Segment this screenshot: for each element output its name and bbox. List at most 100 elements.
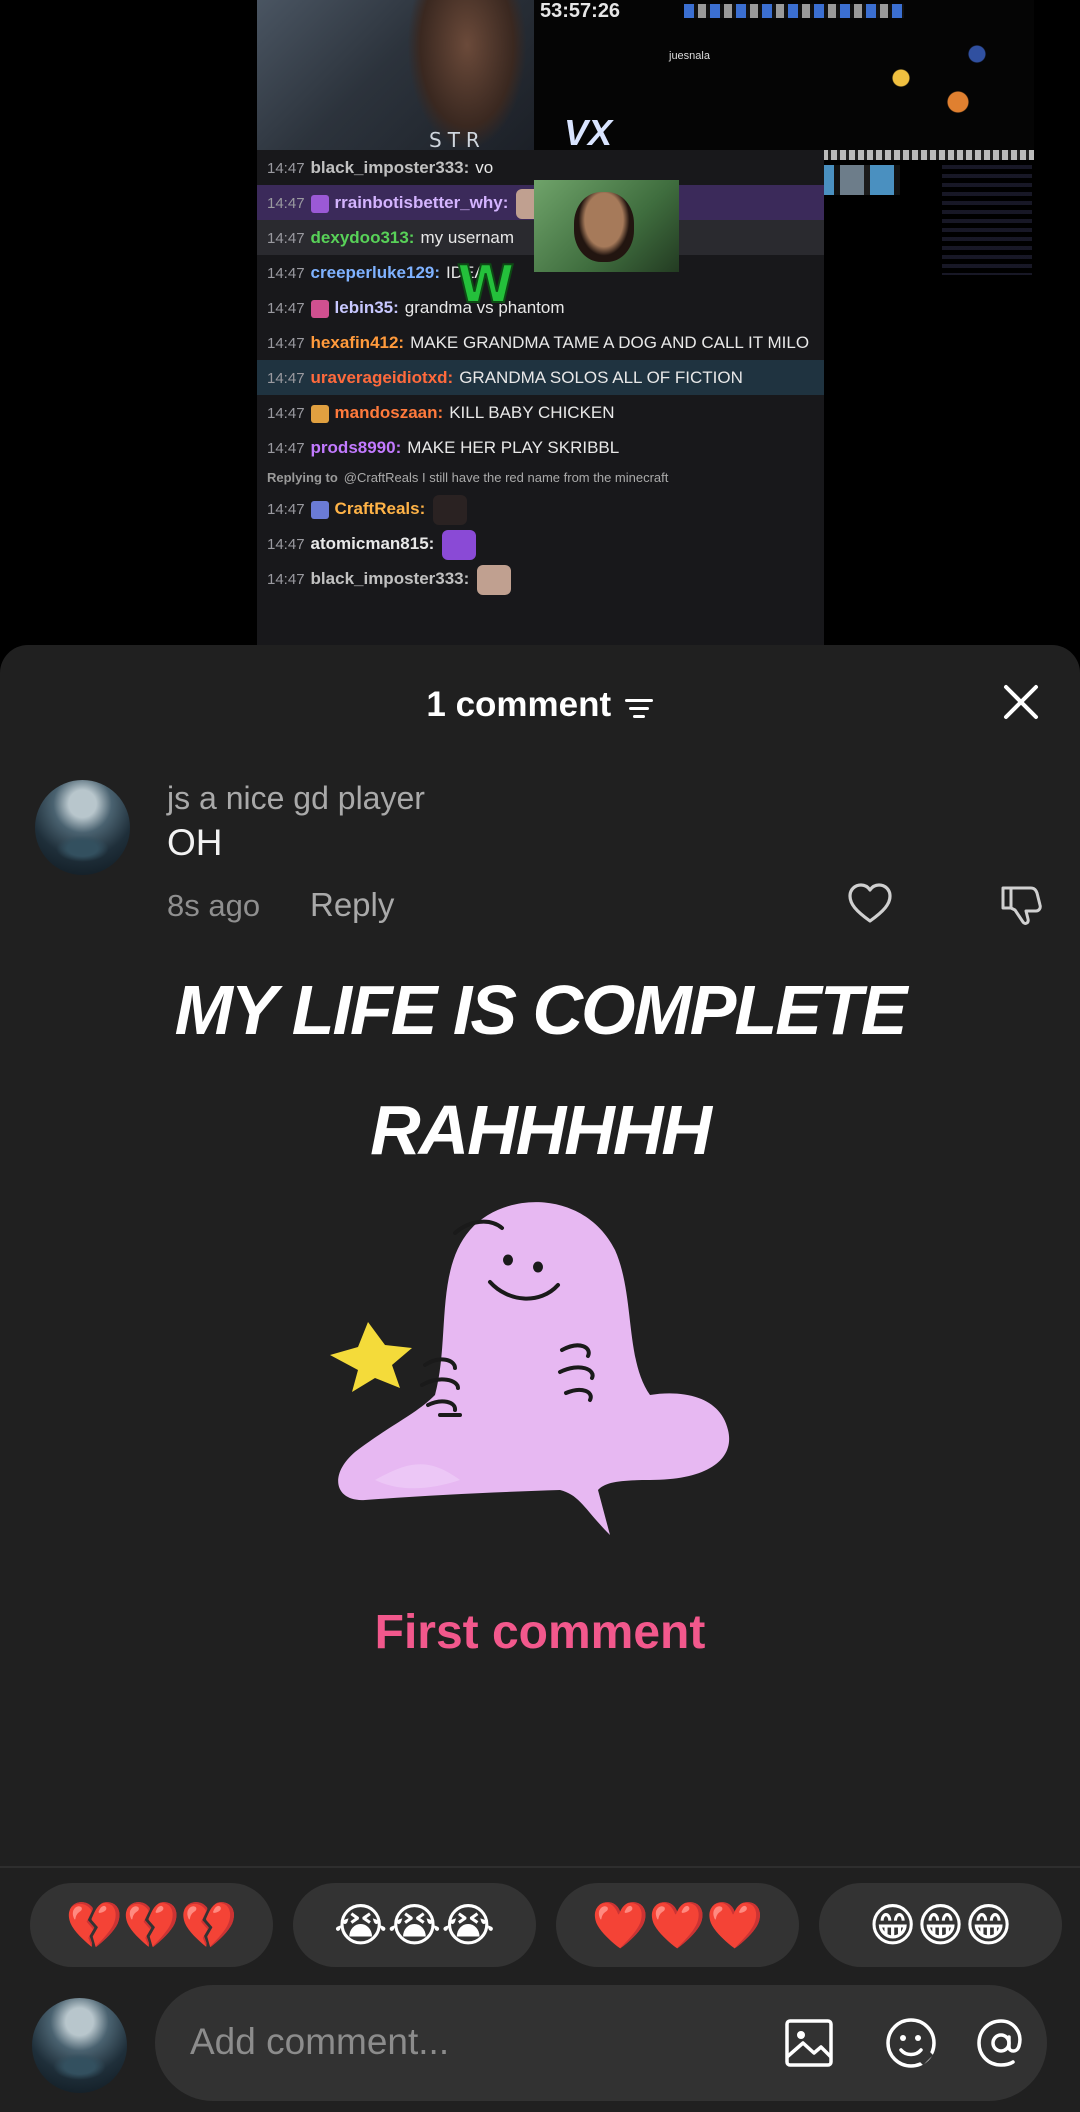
chat-emote: [477, 564, 512, 595]
comment-item: js a nice gd player OH 8s ago Reply: [0, 780, 1080, 950]
chat-timestamp: 14:47: [267, 440, 305, 457]
chat-username: Replying to: [267, 470, 338, 485]
chat-message: 14:47 black_imposter333:: [257, 561, 824, 596]
chat-emote: [442, 529, 477, 560]
game-view: 53:57:26 juesnala VX: [534, 0, 1034, 160]
comment-timestamp: 8s ago: [167, 888, 261, 923]
reaction-emoji: 💔💔💔: [65, 1898, 238, 1952]
mention-icon: [977, 2019, 1022, 2067]
chat-message: Replying to @CraftReals I still have the …: [257, 465, 824, 491]
chat-timestamp: 14:47: [267, 230, 305, 247]
close-button[interactable]: [996, 677, 1046, 727]
chat-emote: [433, 494, 468, 525]
comment-sheet: 1 comment js a nice gd player OH 8s ago …: [0, 645, 1080, 2112]
comment-text: OH: [167, 822, 223, 863]
chat-username: hexafin412:: [310, 333, 405, 352]
second-webcam-face: [574, 192, 634, 262]
chat-text: @CraftReals I still have the red name fr…: [343, 470, 669, 485]
divider: [0, 1866, 1080, 1868]
mention-button[interactable]: [973, 2015, 1029, 2071]
comment-input[interactable]: Add comment...: [155, 1985, 1047, 2101]
overlay-caption-line1: MY LIFE IS COMPLETE: [174, 971, 908, 1049]
dislike-button[interactable]: [997, 880, 1045, 928]
first-comment-label: First comment: [374, 1606, 706, 1659]
chat-timestamp: 14:47: [267, 160, 305, 177]
like-button[interactable]: [846, 880, 894, 928]
comment-input-bar: Add comment...: [0, 1985, 1080, 2112]
chat-message: 14:47 prods8990: MAKE HER PLAY SKRIBBL: [257, 430, 824, 465]
background-video[interactable]: STR 53:57:26 juesnala VX 14:47 black_impo…: [0, 0, 1080, 660]
streamer-watermark: STR: [429, 128, 486, 152]
reply-button[interactable]: Reply: [310, 886, 394, 924]
commenter-username[interactable]: js a nice gd player: [167, 780, 425, 817]
w-emote: W: [456, 254, 515, 316]
chat-username: creeperluke129:: [310, 263, 441, 282]
quick-reactions: 💔💔💔 😭😭😭 ❤️❤️❤️ 😁😁😁: [30, 1883, 1065, 1967]
game-logo: VX: [564, 112, 613, 153]
chat-timestamp: 14:47: [267, 405, 305, 422]
chat-text: MAKE HER PLAY SKRIBBL: [407, 438, 620, 457]
chat-timestamp: 14:47: [267, 370, 305, 387]
emoji-button[interactable]: [883, 2015, 939, 2071]
chat-text: MAKE GRANDMA TAME A DOG AND CALL IT MILO: [410, 333, 810, 352]
chat-message: 14:47 mandoszaan: KILL BABY CHICKEN: [257, 395, 824, 430]
chat-text: GRANDMA SOLOS ALL OF FICTION: [459, 368, 743, 387]
chat-username: uraverageidiotxd:: [310, 368, 454, 387]
reaction-emoji: 😭😭😭: [333, 1898, 496, 1952]
emoji-icon: [886, 2018, 936, 2068]
game-label: juesnala: [669, 50, 710, 62]
chat-username: prods8990:: [310, 438, 402, 457]
chat-timestamp: 14:47: [267, 571, 305, 588]
chat-text: vo: [475, 158, 494, 177]
chat-username: rrainbotisbetter_why:: [334, 193, 509, 212]
close-icon: [1004, 685, 1038, 719]
chat-timestamp: 14:47: [267, 501, 305, 518]
second-webcam: [534, 180, 679, 272]
chat-message: 14:47 lebin35: grandma vs phantom: [257, 290, 824, 325]
chat-message: 14:47 uraverageidiotxd: GRANDMA SOLOS ALL …: [257, 360, 824, 395]
chat-text: my usernam: [420, 228, 515, 247]
reaction-emoji: ❤️❤️❤️: [591, 1898, 764, 1952]
chat-message: 14:47 atomicman815:: [257, 526, 824, 561]
chat-badge-icon: [310, 299, 329, 318]
dislike-icon: [1001, 886, 1042, 925]
chat-message: 14:47 hexafin412: MAKE GRANDMA TAME A DOG …: [257, 325, 824, 360]
chat-username: mandoszaan:: [334, 403, 444, 422]
reaction-broken-heart[interactable]: 💔💔💔: [30, 1883, 273, 1967]
chat-timestamp: 14:47: [267, 265, 305, 282]
overlay-caption-line2: RAHHHHH: [370, 1091, 712, 1169]
chat-timestamp: 14:47: [267, 536, 305, 553]
chat-badge-icon: [310, 194, 329, 213]
chat-username: atomicman815:: [310, 534, 435, 553]
chat-timestamp: 14:47: [267, 195, 305, 212]
comment-count-title[interactable]: 1 comment: [426, 685, 611, 724]
stream-timer: 53:57:26: [540, 0, 621, 22]
comment-input-placeholder: Add comment...: [190, 2021, 450, 2062]
game-sprites: [844, 30, 1034, 150]
chat-badge-icon: [310, 404, 329, 423]
reaction-grin[interactable]: 😁😁😁: [819, 1883, 1062, 1967]
chat-username: dexydoo313:: [310, 228, 415, 247]
comment-mascot-illustration: [330, 1190, 760, 1545]
commenter-avatar[interactable]: [35, 780, 130, 875]
chat-username: black_imposter333:: [310, 158, 470, 177]
streamer-webcam: STR: [257, 0, 534, 152]
heart-icon: [848, 883, 892, 923]
reaction-crying[interactable]: 😭😭😭: [293, 1883, 536, 1967]
chat-username: lebin35:: [334, 298, 399, 317]
game-hotbar: [684, 4, 904, 18]
image-button[interactable]: [781, 2015, 837, 2071]
chat-timestamp: 14:47: [267, 300, 305, 317]
reaction-emoji: 😁😁😁: [868, 1898, 1013, 1952]
image-icon: [785, 2019, 833, 2067]
chat-message: 14:47 CraftReals:: [257, 491, 824, 526]
reaction-heart[interactable]: ❤️❤️❤️: [556, 1883, 799, 1967]
sheet-header: 1 comment: [0, 685, 1080, 735]
filter-icon[interactable]: [624, 696, 654, 727]
chat-timestamp: 14:47: [267, 335, 305, 352]
chat-username: black_imposter333:: [310, 569, 470, 588]
chat-username: CraftReals:: [334, 499, 426, 518]
my-avatar: [32, 1998, 127, 2093]
side-chat-feed: [942, 165, 1032, 275]
chat-badge-icon: [310, 500, 329, 519]
